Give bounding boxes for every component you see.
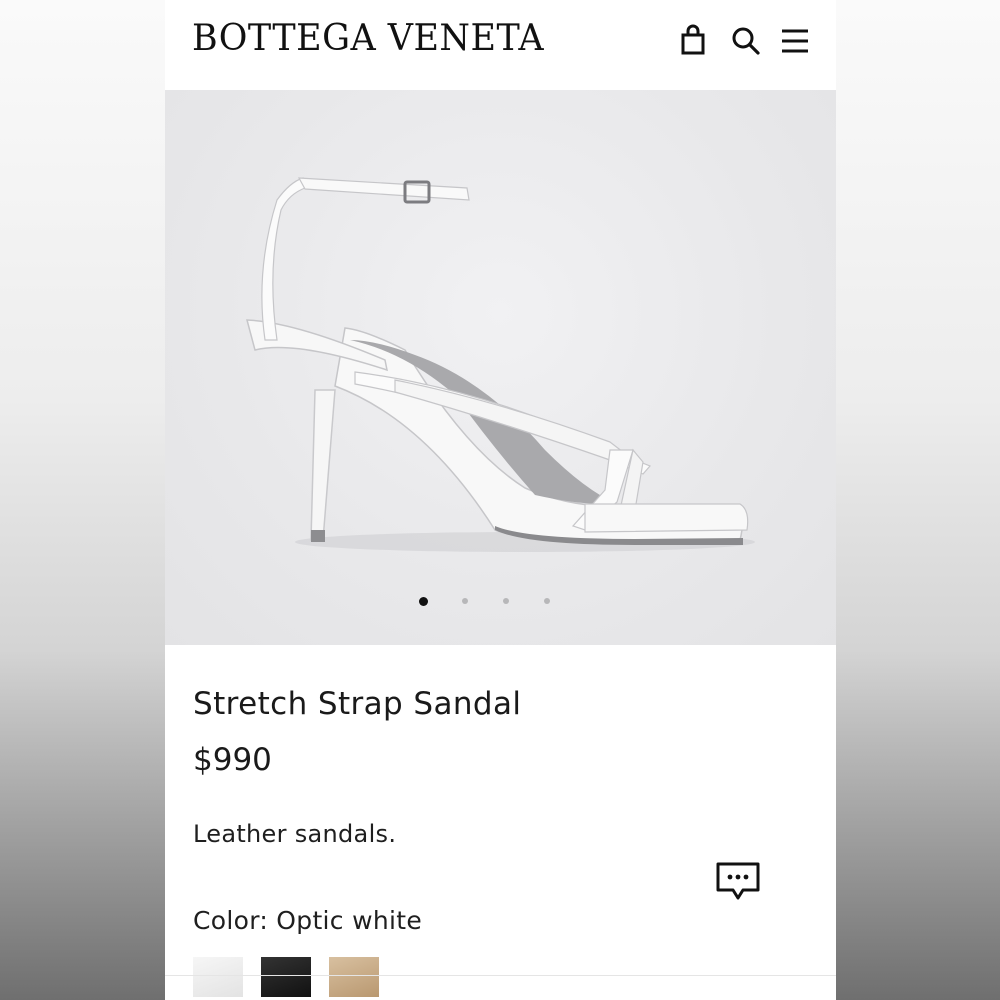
product-image-carousel[interactable]	[165, 90, 836, 645]
product-description: Leather sandals.	[193, 820, 397, 848]
carousel-dot-4[interactable]	[544, 598, 550, 604]
divider	[165, 975, 836, 976]
brand-logo[interactable]: BOTTEGA VENETA	[192, 18, 544, 59]
site-header: BOTTEGA VENETA	[165, 0, 836, 90]
backdrop-right	[835, 0, 1000, 1000]
product-price: $990	[193, 742, 272, 778]
chat-icon[interactable]	[713, 858, 763, 904]
carousel-dot-1[interactable]	[419, 597, 428, 606]
product-title: Stretch Strap Sandal	[193, 686, 522, 722]
swatch-optic-white[interactable]	[193, 957, 243, 997]
swatch-tan[interactable]	[329, 957, 379, 997]
menu-icon[interactable]	[777, 22, 813, 58]
carousel-dot-3[interactable]	[503, 598, 509, 604]
product-page: BOTTEGA VENETA Stretch Strap Sandal $990…	[165, 0, 836, 1000]
carousel-dots	[415, 597, 565, 608]
color-label: Color: Optic white	[193, 906, 423, 935]
product-image-sandal	[246, 177, 755, 552]
carousel-dot-2[interactable]	[462, 598, 468, 604]
search-icon[interactable]	[727, 22, 763, 58]
backdrop-left	[0, 0, 165, 1000]
shopping-bag-icon[interactable]	[675, 22, 711, 58]
swatch-black[interactable]	[261, 957, 311, 997]
